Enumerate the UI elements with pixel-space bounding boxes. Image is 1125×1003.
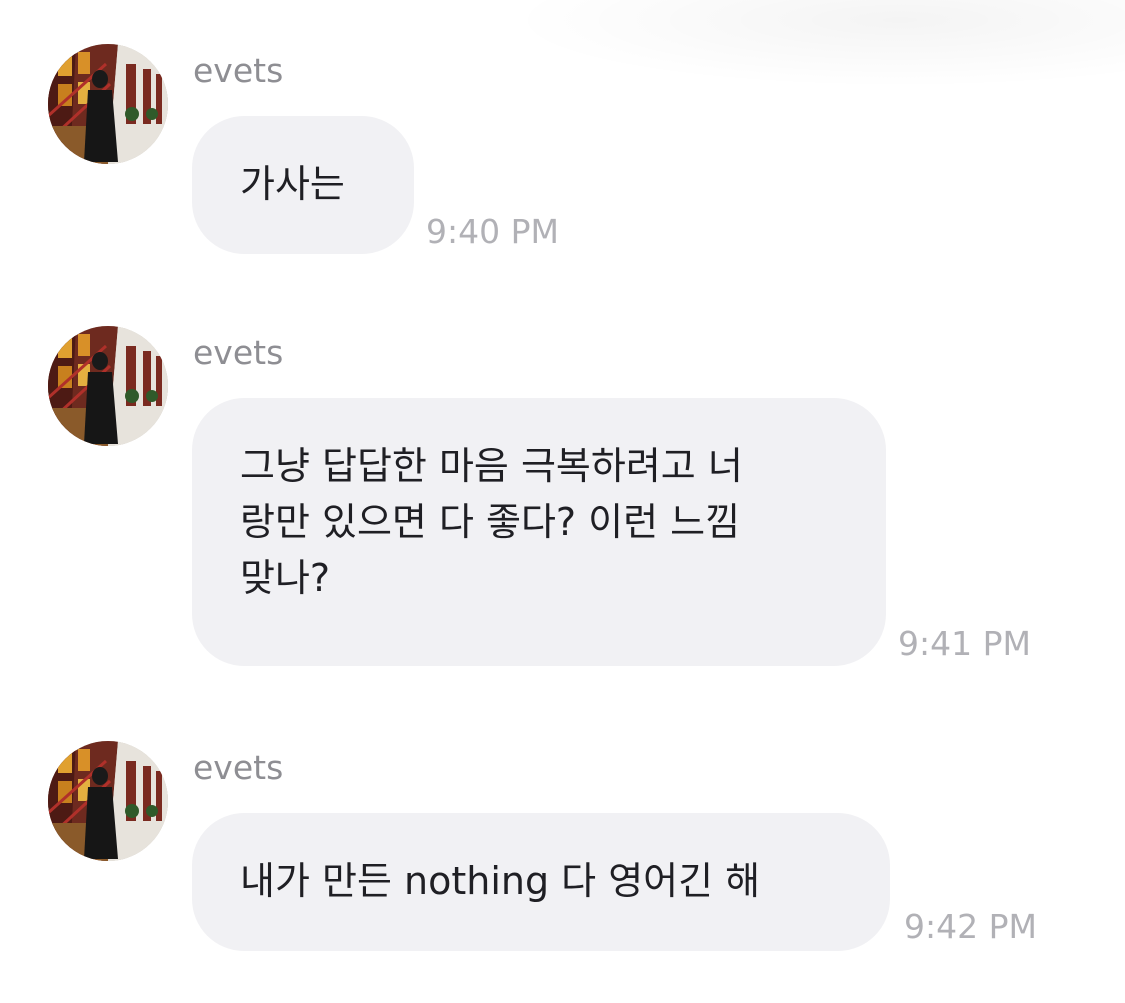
sender-avatar[interactable] bbox=[48, 44, 168, 164]
message-timestamp: 9:42 PM bbox=[904, 907, 1037, 946]
sender-avatar[interactable] bbox=[48, 326, 168, 446]
avatar-photo-icon bbox=[48, 326, 168, 446]
message-timestamp: 9:41 PM bbox=[898, 624, 1031, 663]
sender-avatar[interactable] bbox=[48, 741, 168, 861]
message-text: 내가 만든 nothing 다 영어긴 해 bbox=[240, 859, 761, 903]
message-text: 가사는 bbox=[240, 162, 345, 206]
sender-name: evets bbox=[193, 51, 284, 90]
sender-name: evets bbox=[193, 333, 284, 372]
message-timestamp: 9:40 PM bbox=[426, 212, 559, 251]
message-group-2: evets 그냥 답답한 마음 극복하려고 너 랑만 있으면 다 좋다? 이런 … bbox=[0, 326, 1125, 676]
message-bubble[interactable]: 내가 만든 nothing 다 영어긴 해 bbox=[192, 813, 890, 951]
avatar-photo-icon bbox=[48, 44, 168, 164]
message-bubble[interactable]: 그냥 답답한 마음 극복하려고 너 랑만 있으면 다 좋다? 이런 느낌 맞나? bbox=[192, 398, 886, 666]
sender-name: evets bbox=[193, 748, 284, 787]
message-group-3: evets 내가 만든 nothing 다 영어긴 해 9:42 PM bbox=[0, 741, 1125, 961]
avatar-photo-icon bbox=[48, 741, 168, 861]
message-group-1: evets 가사는 9:40 PM bbox=[0, 44, 1125, 264]
message-text: 그냥 답답한 마음 극복하려고 너 랑만 있으면 다 좋다? 이런 느낌 맞나? bbox=[240, 444, 743, 600]
message-bubble[interactable]: 가사는 bbox=[192, 116, 414, 254]
